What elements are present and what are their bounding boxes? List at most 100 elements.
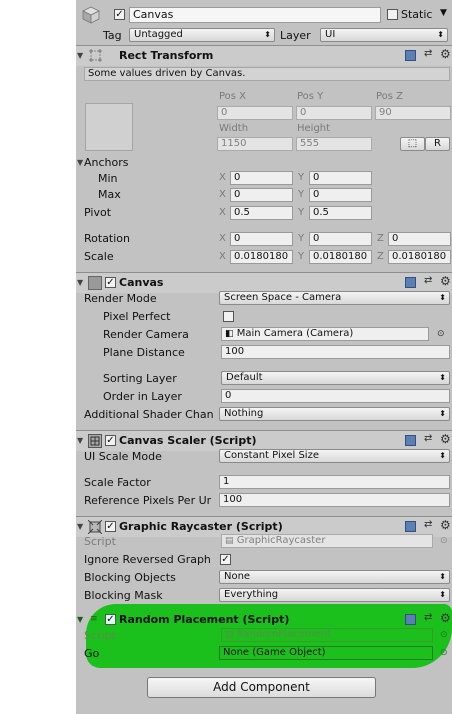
rect-transform-header[interactable]: ▼ Rect Transform ⇄ ⚙ [76, 45, 452, 66]
height-field[interactable]: 555 [296, 137, 372, 151]
preset-icon[interactable]: ⇄ [424, 433, 432, 444]
scale-y-field[interactable]: 0.0180180 [309, 250, 372, 264]
pixel-perfect-checkbox[interactable] [223, 311, 234, 322]
preset-icon[interactable]: ⇄ [424, 275, 432, 286]
ui-scale-mode-label: UI Scale Mode [84, 450, 162, 463]
width-field[interactable]: 1150 [217, 137, 293, 151]
random-placement-script-field: ▤ RandomPlacement [221, 628, 433, 642]
render-camera-field[interactable]: ◧ Main Camera (Camera) [221, 327, 429, 341]
render-mode-dropdown[interactable]: Screen Space - Camera ⬍ [219, 291, 450, 305]
min-y-field[interactable]: 0 [309, 171, 372, 185]
add-component-button[interactable]: Add Component [147, 677, 376, 698]
min-y-label: Y [298, 172, 305, 183]
random-placement-enabled-checkbox[interactable]: ✓ [105, 614, 116, 625]
tag-dropdown[interactable]: Untagged ⬍ [129, 28, 275, 42]
sorting-layer-dropdown[interactable]: Default ⬍ [221, 371, 450, 385]
plane-distance-field[interactable]: 100 [221, 345, 450, 359]
settings-gear-icon[interactable]: ⚙ [440, 432, 451, 446]
pivot-y-label: Y [298, 207, 305, 218]
order-in-layer-field[interactable]: 0 [221, 389, 450, 403]
active-checkbox[interactable]: ✓ [114, 9, 125, 20]
chevron-icon: ⬍ [264, 30, 271, 39]
pivot-y-field[interactable]: 0.5 [309, 206, 372, 220]
max-y-field[interactable]: 0 [309, 188, 372, 202]
foldout-icon[interactable]: ▼ [77, 51, 83, 60]
max-x-field[interactable]: 0 [230, 188, 293, 202]
gameobject-cube-icon [82, 6, 100, 24]
rot-z-field[interactable]: 0 [388, 232, 451, 246]
shader-channels-dropdown[interactable]: Nothing ⬍ [219, 407, 450, 421]
width-label: Width [219, 123, 249, 134]
rect-transform-icon [88, 48, 103, 63]
settings-gear-icon[interactable]: ⚙ [440, 611, 451, 625]
blocking-mask-dropdown[interactable]: Everything ⬍ [219, 588, 450, 602]
canvas-scaler-enabled-checkbox[interactable]: ✓ [105, 435, 116, 446]
go-label: Go [84, 647, 100, 660]
pos-y-field[interactable]: 0 [296, 106, 372, 120]
blocking-mask-label: Blocking Mask [84, 589, 163, 602]
reference-ppu-field[interactable]: 100 [219, 493, 450, 507]
ui-scale-mode-dropdown[interactable]: Constant Pixel Size ⬍ [219, 449, 450, 463]
chevron-icon: ⬍ [439, 590, 446, 599]
layer-dropdown[interactable]: UI ⬍ [320, 28, 448, 42]
go-field[interactable]: None (Game Object) [219, 646, 433, 660]
foldout-icon[interactable]: ▼ [77, 278, 83, 287]
help-book-icon[interactable] [405, 435, 416, 446]
blueprint-mode-button[interactable]: ⬚ [400, 137, 425, 151]
random-placement-header[interactable]: ▼ ≡ ✓ Random Placement (Script) ⇄ ⚙ [76, 611, 452, 629]
scale-x-field[interactable]: 0.0180180 [230, 250, 293, 264]
ignore-reversed-checkbox[interactable]: ✓ [220, 554, 231, 565]
static-label: Static [401, 8, 433, 21]
rot-y-field[interactable]: 0 [309, 232, 372, 246]
help-book-icon[interactable] [405, 614, 416, 625]
preset-icon[interactable]: ⇄ [424, 48, 432, 59]
anchors-foldout-icon[interactable]: ▼ [77, 158, 83, 167]
help-book-icon[interactable] [405, 50, 416, 61]
object-picker-icon[interactable]: ⊙ [440, 648, 448, 658]
canvas-icon [88, 276, 102, 290]
pixel-perfect-label: Pixel Perfect [103, 310, 171, 323]
preset-icon[interactable]: ⇄ [424, 612, 432, 623]
settings-gear-icon[interactable]: ⚙ [440, 518, 451, 532]
rot-x-field[interactable]: 0 [230, 232, 293, 246]
help-book-icon[interactable] [405, 521, 416, 532]
settings-gear-icon[interactable]: ⚙ [440, 274, 451, 288]
blocking-objects-value: None [224, 571, 251, 582]
random-placement-script-label: Script [84, 629, 116, 642]
anchor-preset-button[interactable] [85, 103, 133, 151]
scale-z-field[interactable]: 0.0180180 [388, 250, 451, 264]
scale-factor-field[interactable]: 1 [219, 475, 450, 489]
foldout-icon[interactable]: ▼ [77, 522, 83, 531]
raycaster-enabled-checkbox[interactable]: ✓ [105, 521, 116, 532]
pivot-x-field[interactable]: 0.5 [230, 206, 293, 220]
layer-value: UI [325, 29, 336, 40]
canvas-header[interactable]: ▼ ✓ Canvas ⇄ ⚙ [76, 272, 452, 293]
preset-icon[interactable]: ⇄ [424, 519, 432, 530]
pivot-x-label: X [219, 207, 226, 218]
foldout-icon[interactable]: ▼ [77, 436, 83, 445]
canvas-scaler-header[interactable]: ▼ ✓ Canvas Scaler (Script) ⇄ ⚙ [76, 430, 452, 451]
graphic-raycaster-title: Graphic Raycaster (Script) [119, 520, 283, 533]
help-book-icon[interactable] [405, 277, 416, 288]
raycaster-script-value: GraphicRaycaster [236, 535, 326, 546]
order-in-layer-label: Order in Layer [103, 390, 182, 403]
blocking-objects-dropdown[interactable]: None ⬍ [219, 570, 450, 584]
min-x-field[interactable]: 0 [230, 171, 293, 185]
pos-z-field[interactable]: 90 [375, 106, 451, 120]
plane-distance-label: Plane Distance [103, 346, 185, 359]
canvas-enabled-checkbox[interactable]: ✓ [105, 277, 116, 288]
pos-x-label: Pos X [219, 91, 247, 102]
chevron-icon: ⬍ [439, 293, 446, 302]
foldout-icon[interactable]: ▼ [77, 615, 83, 624]
gameobject-name-input[interactable]: Canvas [129, 7, 381, 23]
random-placement-title: Random Placement (Script) [119, 613, 290, 626]
height-label: Height [297, 123, 331, 134]
tag-label: Tag [103, 29, 122, 42]
static-checkbox[interactable] [387, 9, 398, 20]
layer-label: Layer [280, 29, 311, 42]
pos-x-field[interactable]: 0 [217, 106, 293, 120]
object-picker-icon[interactable]: ⊙ [437, 329, 445, 339]
raw-edit-button[interactable]: R [425, 137, 450, 151]
static-dropdown-arrow-icon[interactable]: ▼ [440, 8, 447, 18]
settings-gear-icon[interactable]: ⚙ [440, 47, 451, 61]
